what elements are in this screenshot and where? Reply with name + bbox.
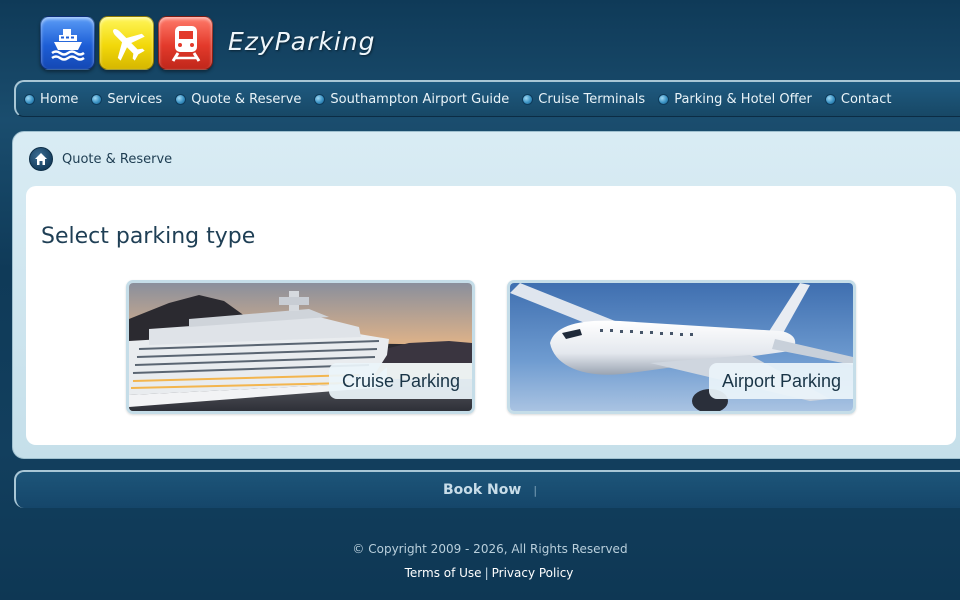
- content-area: Select parking type Cruise Parking Airpo…: [26, 186, 956, 445]
- bullet-icon: [658, 93, 670, 105]
- nav-item-contact[interactable]: Contact: [824, 91, 892, 107]
- bullet-icon: [824, 93, 836, 105]
- train-icon: [158, 16, 213, 70]
- page-title: Select parking type: [41, 224, 256, 249]
- bullet-icon: [24, 93, 35, 105]
- copyright-text: © Copyright 2009 - 2026, All Rights Rese…: [352, 542, 628, 556]
- header: EzyParking: [0, 0, 960, 80]
- nav-item-quote-reserve[interactable]: Quote & Reserve: [175, 92, 301, 107]
- bullet-icon: [314, 93, 326, 105]
- airport-parking-label[interactable]: Airport Parking: [708, 363, 853, 399]
- nav-item-label: Home: [40, 91, 79, 107]
- nav-item-label: Contact: [840, 91, 892, 107]
- home-icon[interactable]: [29, 147, 53, 171]
- nav-item-label: Services: [107, 91, 163, 107]
- bullet-icon: [522, 93, 534, 105]
- book-now-link[interactable]: Book Now: [443, 482, 521, 498]
- brand-name[interactable]: EzyParking: [228, 27, 376, 56]
- nav-item-cruise-terminals[interactable]: Cruise Terminals: [522, 92, 645, 107]
- privacy-policy-link[interactable]: Privacy Policy: [492, 566, 574, 580]
- cruise-parking-card[interactable]: Cruise Parking: [126, 280, 475, 414]
- footer-link-separator: |: [484, 566, 489, 580]
- breadcrumb: Quote & Reserve: [29, 147, 172, 171]
- airport-parking-card[interactable]: Airport Parking: [507, 280, 856, 414]
- bullet-icon: [91, 93, 103, 105]
- logo-icons[interactable]: [40, 16, 213, 70]
- nav-item-airport-guide[interactable]: Southampton Airport Guide: [314, 92, 509, 107]
- nav-item-label: Southampton Airport Guide: [330, 91, 510, 107]
- nav-item-label: Cruise Terminals: [538, 91, 646, 107]
- bullet-icon: [175, 93, 187, 105]
- nav-item-services[interactable]: Services: [91, 92, 162, 107]
- nav-item-label: Quote & Reserve: [191, 91, 302, 107]
- footer-links: Terms of Use | Privacy Policy: [0, 566, 960, 580]
- breadcrumb-current: Quote & Reserve: [62, 151, 173, 167]
- ship-icon: [40, 16, 95, 70]
- footer-bar: Book Now |: [14, 470, 960, 508]
- main-nav: Home Services Quote & Reserve Southampto…: [14, 80, 960, 117]
- cruise-parking-label[interactable]: Cruise Parking: [328, 363, 472, 399]
- footer-separator: |: [533, 483, 538, 497]
- terms-of-use-link[interactable]: Terms of Use: [405, 566, 482, 580]
- nav-item-home[interactable]: Home: [24, 92, 78, 107]
- nav-item-label: Parking & Hotel Offer: [674, 91, 812, 107]
- main-panel: Quote & Reserve Select parking type Crui…: [12, 131, 960, 459]
- nav-item-parking-hotel[interactable]: Parking & Hotel Offer: [658, 92, 812, 107]
- airplane-icon: [99, 16, 154, 70]
